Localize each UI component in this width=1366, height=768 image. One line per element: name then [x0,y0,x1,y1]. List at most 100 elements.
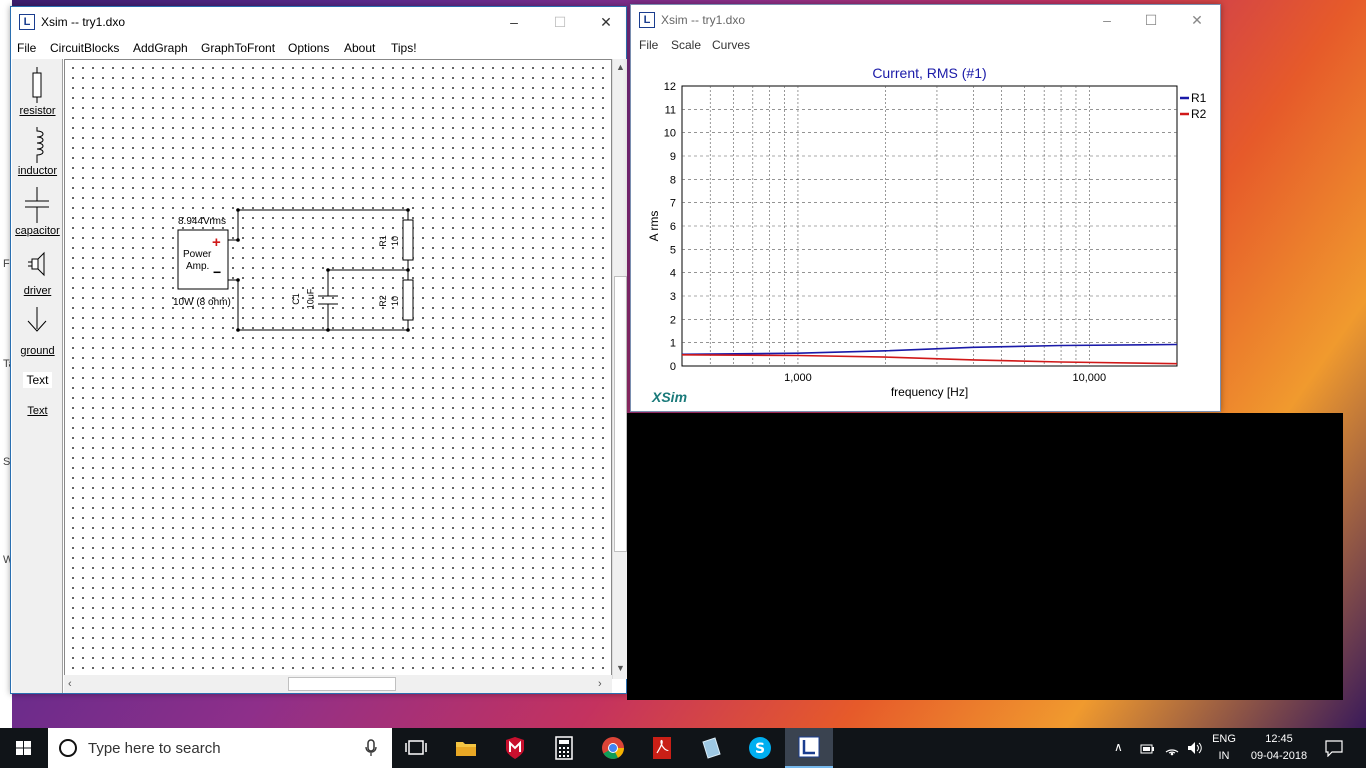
c1-name-label: C1 [290,293,301,305]
x-tick-label: 1,000 [784,372,812,384]
scroll-right-icon[interactable]: › [598,678,602,690]
minimize-button[interactable]: – [491,7,537,37]
xsim-schematic-window: L Xsim -- try1.dxo – ☐ ✕ File CircuitBlo… [10,6,627,694]
capacitor-c1[interactable] [318,295,338,305]
window-title: Xsim -- try1.dxo [41,15,126,29]
tool-driver[interactable] [12,245,63,288]
y-tick-label: 6 [670,221,676,233]
c1-value-label: 10uF [305,288,316,310]
r1-value-label: 10 [390,235,401,247]
menu-bar: File CircuitBlocks AddGraph GraphToFront… [11,38,626,58]
task-view-icon [405,740,427,755]
menu-circuitblocks[interactable]: CircuitBlocks [50,41,119,55]
amp-label-line1: Power [183,249,212,260]
tool-capacitor[interactable] [12,185,63,228]
clock-time[interactable]: 12:45 [1244,733,1314,745]
clock-date[interactable]: 09-04-2018 [1244,750,1314,762]
horizontal-scroll-thumb[interactable] [288,677,396,691]
language-indicator-line1[interactable]: ENG [1211,733,1237,745]
app-button[interactable] [687,728,735,768]
y-tick-label: 4 [670,268,676,280]
component-toolbox: resistor inductor capacitor driver groun… [12,59,63,693]
windows-logo-icon [16,741,31,755]
menu-file[interactable]: File [17,41,36,55]
mcafee-button[interactable] [491,728,539,768]
tool-text[interactable]: Text [12,372,63,388]
task-view-button[interactable] [392,728,440,768]
language-indicator-line2[interactable]: IN [1211,750,1237,762]
menu-graphtofront[interactable]: GraphToFront [201,41,275,55]
title-bar[interactable]: L Xsim -- try1.dxo – ☐ ✕ [631,5,1220,35]
acrobat-button[interactable] [638,728,686,768]
wifi-icon[interactable] [1164,740,1180,756]
taskbar-search-box[interactable]: Type here to search [48,728,392,768]
chart-title: Current, RMS (#1) [872,65,986,81]
tool-inductor[interactable] [12,125,63,168]
title-bar[interactable]: L Xsim -- try1.dxo – ☐ ✕ [11,7,626,37]
action-center-icon[interactable] [1324,739,1344,757]
amp-label-line2: Amp. [186,261,210,272]
menu-options[interactable]: Options [288,41,329,55]
close-button[interactable]: ✕ [583,7,629,37]
menu-curves[interactable]: Curves [712,38,750,52]
chrome-icon [602,737,624,759]
maximize-button[interactable]: ☐ [1128,5,1174,35]
text-box-icon: Text [23,372,52,388]
tool-ground[interactable] [12,305,63,348]
skype-button[interactable]: S [736,728,784,768]
start-button[interactable] [0,728,48,768]
pdf-document-icon [653,737,671,759]
menu-scale[interactable]: Scale [671,38,701,52]
xsim-app-icon: L [19,14,35,30]
xsim-graph-window: L Xsim -- try1.dxo – ☐ ✕ File Scale Curv… [630,4,1221,412]
vertical-scrollbar[interactable]: ▲ ▼ [612,59,627,679]
tool-label-text[interactable]: Text [12,405,63,417]
tool-resistor[interactable] [12,65,63,108]
resistor-r1[interactable] [402,219,414,261]
menu-about[interactable]: About [344,41,375,55]
xsim-app-icon: L [639,12,655,28]
vertical-scroll-thumb[interactable] [614,276,627,552]
file-explorer-button[interactable] [442,728,490,768]
desktop-icon-label-fragment: F [3,258,10,270]
scroll-left-icon[interactable]: ‹ [68,678,72,690]
menu-addgraph[interactable]: AddGraph [133,41,188,55]
tool-label-inductor[interactable]: inductor [12,165,63,177]
resistor-icon [32,67,42,103]
r2-value-label: 10 [390,295,401,307]
volume-icon[interactable] [1186,740,1204,756]
search-placeholder: Type here to search [88,740,221,757]
show-hidden-icons-chevron-icon[interactable]: ∧ [1114,740,1123,754]
chrome-button[interactable] [589,728,637,768]
tool-label-driver[interactable]: driver [12,285,63,297]
battery-icon[interactable] [1140,742,1156,756]
horizontal-scrollbar[interactable]: ‹ › [64,675,612,693]
calculator-button[interactable] [540,728,588,768]
menu-tips[interactable]: Tips! [391,41,417,55]
cortana-circle-icon [59,739,77,757]
legend-label-r2: R2 [1191,107,1207,121]
menu-bar: File Scale Curves [631,35,1220,55]
scroll-down-icon[interactable]: ▼ [616,663,625,673]
amp-minus-terminal: − [213,264,222,280]
maximize-button[interactable]: ☐ [537,7,583,37]
resistor-r2[interactable] [402,279,414,321]
schematic-canvas[interactable]: 8.944Vrms Power Amp. + − 10W (8 ohm) R1 … [64,59,612,679]
menu-file[interactable]: File [639,38,658,52]
y-tick-label: 0 [670,361,676,373]
speaker-driver-icon [28,251,45,277]
minimize-button[interactable]: – [1084,5,1130,35]
y-tick-label: 1 [670,338,676,350]
close-button[interactable]: ✕ [1174,5,1220,35]
tool-label-capacitor[interactable]: capacitor [12,225,63,237]
xsim-brand-label: XSim [652,389,688,405]
xsim-taskbar-button[interactable] [785,728,833,768]
y-tick-label: 3 [670,291,676,303]
scroll-up-icon[interactable]: ▲ [616,62,625,72]
inductor-icon [36,127,44,163]
tool-label-ground[interactable]: ground [12,345,63,357]
microphone-icon[interactable] [364,728,378,768]
folder-icon [456,742,476,756]
tool-label-resistor[interactable]: resistor [12,105,63,117]
mcafee-shield-icon [506,737,524,759]
